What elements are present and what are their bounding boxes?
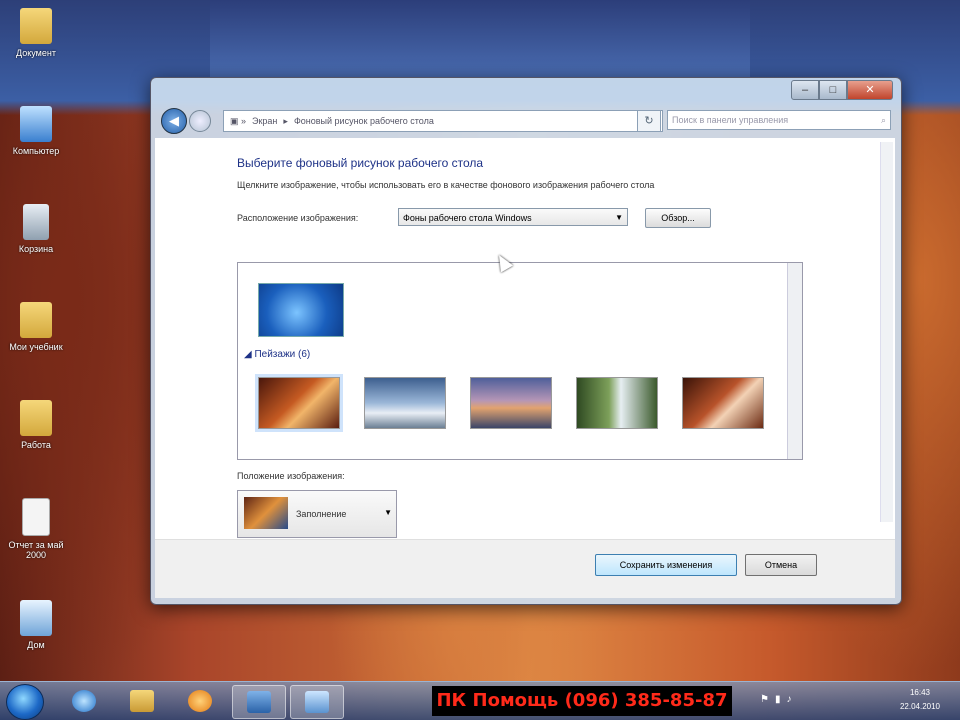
display-icon	[305, 691, 329, 713]
home-icon	[20, 600, 52, 636]
gallery-group-label: Пейзажи (6)	[254, 349, 311, 360]
desktop-icon-work[interactable]: Работа	[0, 400, 72, 450]
clock[interactable]: 16:43 22.04.2010	[888, 686, 952, 714]
clock-time: 16:43	[909, 688, 931, 697]
gallery-group-header[interactable]: ◢ Пейзажи (6)	[244, 349, 310, 360]
wallpaper-sky	[210, 0, 750, 80]
wallpaper-thumbnail-windows[interactable]	[258, 283, 344, 337]
phone-banner: ПК Помощь (096) 385-85-87	[432, 686, 732, 716]
folder-shortcut-icon	[20, 400, 52, 436]
taskbar-media-player[interactable]	[174, 685, 226, 717]
back-button[interactable]: ◀	[161, 108, 187, 134]
folder-icon	[130, 690, 154, 712]
navigation-buttons: ◀	[161, 108, 211, 134]
taskbar: ПК Помощь (096) 385-85-87 ⚑▮♪ 16:43 22.0…	[0, 681, 960, 720]
window-content: Выберите фоновый рисунок рабочего стола …	[155, 138, 895, 598]
breadcrumb-separator: ▸	[283, 115, 288, 126]
page-subtitle: Щелкните изображение, чтобы использовать…	[237, 180, 655, 190]
desktop-icon-report[interactable]: Отчет за май 2000	[0, 498, 72, 560]
taskbar-control-panel[interactable]	[232, 685, 286, 719]
chevron-down-icon: ▼	[384, 508, 392, 517]
notification-area[interactable]: ⚑▮♪	[760, 694, 797, 705]
desktop-icon-textbook[interactable]: Мои учебник	[0, 302, 72, 352]
desktop-icon-label: Дом	[27, 640, 45, 650]
desktop-icon-documents[interactable]: Документ	[0, 8, 72, 58]
wallpaper-thumbnail-landscape-4[interactable]	[576, 377, 658, 429]
recycle-bin-icon	[23, 204, 49, 240]
wallpaper-thumbnail-landscape-2[interactable]	[364, 377, 446, 429]
desktop-icon-label: Мои учебник	[9, 342, 63, 352]
taskbar-internet-explorer[interactable]	[58, 685, 110, 717]
file-icon	[22, 498, 50, 536]
internet-explorer-icon	[72, 690, 96, 712]
picture-position-preview	[244, 497, 288, 529]
address-bar[interactable]: ▣ » Экран ▸ Фоновый рисунок рабочего сто…	[223, 110, 663, 132]
flag-icon[interactable]: ⚑	[760, 694, 775, 705]
gallery-scrollbar[interactable]	[787, 263, 802, 459]
personalization-window: – □ ✕ ◀ ▣ » Экран ▸ Фоновый рисунок рабо…	[150, 77, 902, 605]
picture-location-label: Расположение изображения:	[237, 213, 359, 223]
minimize-button[interactable]: –	[791, 80, 819, 100]
clock-date: 22.04.2010	[899, 702, 941, 711]
computer-icon	[20, 106, 52, 142]
cancel-button[interactable]: Отмена	[745, 554, 817, 576]
desktop-icon-label: Отчет за май 2000	[8, 540, 64, 560]
picture-position-label: Положение изображения:	[237, 471, 345, 481]
taskbar-explorer[interactable]	[116, 685, 168, 717]
chevron-down-icon: ▼	[615, 213, 623, 222]
browse-button[interactable]: Обзор...	[645, 208, 711, 228]
window-controls: – □ ✕	[791, 80, 893, 100]
control-panel-icon: ▣ »	[230, 115, 247, 126]
forward-button[interactable]	[189, 110, 211, 132]
desktop-icon-label: Документ	[16, 48, 56, 58]
page-title: Выберите фоновый рисунок рабочего стола	[237, 156, 484, 170]
search-input[interactable]: Поиск в панели управления ⌕	[667, 110, 891, 130]
folder-icon	[20, 302, 52, 338]
network-icon[interactable]: ▮	[775, 694, 787, 705]
search-icon[interactable]: ⌕	[881, 115, 886, 126]
wallpaper-thumbnail-landscape-1[interactable]	[255, 374, 343, 432]
picture-position-value: Заполнение	[296, 509, 347, 519]
picture-location-value: Фоны рабочего стола Windows	[403, 213, 532, 223]
desktop-icon-label: Работа	[21, 440, 51, 450]
wallpaper-thumbnail-landscape-3[interactable]	[470, 377, 552, 429]
wallpaper-gallery: ◢ Пейзажи (6)	[237, 262, 803, 460]
breadcrumb-desktop-background[interactable]: Фоновый рисунок рабочего стола	[294, 116, 434, 126]
volume-icon[interactable]: ♪	[786, 694, 797, 705]
window-footer: Сохранить изменения Отмена	[155, 539, 895, 598]
folder-icon	[20, 8, 52, 44]
window-scrollbar[interactable]	[880, 142, 893, 522]
picture-position-select[interactable]: Заполнение ▼	[237, 490, 397, 538]
control-panel-icon	[247, 691, 271, 713]
wallpaper-thumbnail-landscape-5[interactable]	[682, 377, 764, 429]
close-button[interactable]: ✕	[847, 80, 893, 100]
search-placeholder: Поиск в панели управления	[672, 115, 789, 125]
desktop-icon-computer[interactable]: Компьютер	[0, 106, 72, 156]
desktop-icon-label: Корзина	[18, 244, 54, 254]
taskbar-personalization[interactable]	[290, 685, 344, 719]
picture-location-select[interactable]: Фоны рабочего стола Windows ▼	[398, 208, 628, 226]
start-button[interactable]	[6, 684, 44, 720]
maximize-button[interactable]: □	[819, 80, 847, 100]
media-player-icon	[188, 690, 212, 712]
desktop-icon-recycle-bin[interactable]: Корзина	[0, 204, 72, 254]
save-changes-button[interactable]: Сохранить изменения	[595, 554, 737, 576]
desktop-icon-label: Компьютер	[12, 146, 60, 156]
breadcrumb-screen[interactable]: Экран	[252, 116, 277, 126]
desktop-icon-home[interactable]: Дом	[0, 600, 72, 650]
refresh-button[interactable]: ↻	[637, 110, 661, 132]
